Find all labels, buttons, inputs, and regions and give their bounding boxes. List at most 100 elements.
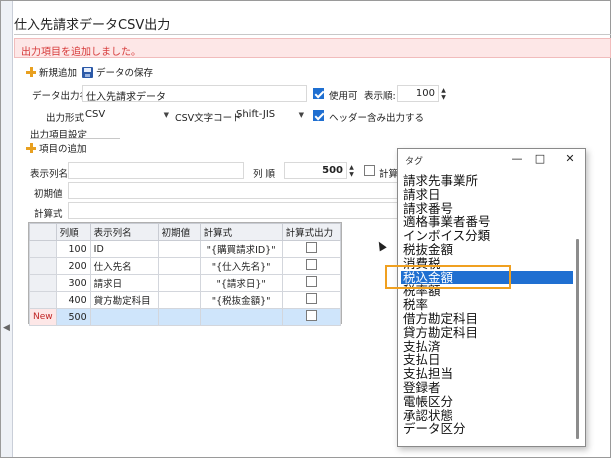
cell-name[interactable]: 仕入先名: [89, 257, 159, 275]
cell-formula[interactable]: "{税抜金額}": [199, 291, 283, 309]
output-format-select[interactable]: CSV ▼: [82, 106, 172, 123]
grid-header[interactable]: 計算式: [199, 223, 283, 241]
cell-name[interactable]: 請求日: [89, 274, 159, 292]
list-item[interactable]: 請求先事業所: [401, 174, 573, 188]
list-item[interactable]: 登録者: [401, 381, 573, 395]
list-item[interactable]: 電帳区分: [401, 394, 573, 409]
cell-formula-output[interactable]: [281, 291, 342, 309]
cell-name[interactable]: 貸方勘定科目: [89, 291, 159, 309]
formula-input[interactable]: [68, 202, 398, 219]
table-row[interactable]: 300 請求日 "{請求日}": [29, 274, 342, 292]
spin-down-icon[interactable]: ▼: [439, 94, 448, 101]
column-order-input[interactable]: 500: [284, 162, 347, 179]
spin-up-icon[interactable]: ▲: [347, 164, 356, 171]
table-row[interactable]: 200 仕入先名 "{仕入先名}": [29, 257, 342, 275]
list-item[interactable]: 支払済: [401, 339, 573, 354]
calc-checkbox[interactable]: [364, 165, 375, 176]
formula-output-checkbox[interactable]: [305, 293, 317, 304]
list-item[interactable]: 支払日: [401, 353, 573, 367]
plus-icon: [26, 143, 36, 153]
new-button-label: 新規追加: [39, 68, 78, 79]
cell-order[interactable]: 200: [55, 257, 91, 275]
cell-name[interactable]: ID: [89, 240, 159, 258]
left-collapse-strip[interactable]: ◀: [1, 1, 13, 457]
formula-output-checkbox[interactable]: [305, 276, 317, 287]
cell-formula[interactable]: "{請求日}": [199, 274, 283, 292]
cell-initial[interactable]: [157, 257, 201, 275]
cell-initial[interactable]: [157, 274, 201, 292]
cell-initial[interactable]: [157, 308, 201, 326]
new-row-marker[interactable]: New: [29, 308, 57, 326]
usable-checkbox[interactable]: [313, 88, 324, 99]
add-item-label: 項目の追加: [39, 144, 87, 155]
list-item[interactable]: 承認状態: [401, 408, 573, 423]
list-item[interactable]: 税抜金額: [401, 243, 573, 257]
tag-list[interactable]: 請求先事業所 請求日 請求番号 適格事業者番号 インボイス分類 税抜金額 消費税…: [401, 174, 573, 446]
popup-title: タグ: [405, 157, 424, 167]
list-item[interactable]: 借方勘定科目: [401, 312, 573, 326]
chevron-down-icon: ▼: [163, 110, 169, 119]
list-item[interactable]: 貸方勘定科目: [401, 325, 573, 340]
add-item-button[interactable]: 項目の追加: [26, 141, 87, 155]
column-order-spinner[interactable]: 500 ▲ ▼: [284, 162, 356, 179]
table-row[interactable]: 100 ID "{購買請求ID}": [29, 240, 342, 258]
grid-header[interactable]: 初期値: [157, 223, 201, 241]
header-checkbox[interactable]: [313, 110, 324, 121]
order-spinner[interactable]: 100 ▲ ▼: [397, 85, 448, 102]
cell-formula-output[interactable]: [281, 257, 342, 275]
table-row[interactable]: 400 貸方勘定科目 "{税抜金額}": [29, 291, 342, 309]
list-item[interactable]: 税率: [401, 298, 573, 312]
cell-formula[interactable]: "{仕入先名}": [199, 257, 283, 275]
row-header[interactable]: [29, 291, 57, 309]
spin-buttons[interactable]: ▲ ▼: [347, 162, 356, 179]
order-input[interactable]: 100: [397, 85, 439, 102]
initial-value-input[interactable]: [68, 182, 398, 199]
scrollbar-thumb[interactable]: [576, 239, 579, 439]
grid-header[interactable]: 計算式出力: [281, 223, 342, 241]
formula-output-checkbox[interactable]: [305, 310, 317, 321]
row-header[interactable]: [29, 274, 57, 292]
cell-initial[interactable]: [157, 240, 201, 258]
spin-up-icon[interactable]: ▲: [439, 87, 448, 94]
formula-output-checkbox[interactable]: [305, 242, 317, 253]
spin-down-icon[interactable]: ▼: [347, 171, 356, 178]
row-header[interactable]: [29, 240, 57, 258]
page-title: 仕入先請求データCSV出力: [14, 18, 171, 33]
maximize-icon[interactable]: □: [531, 152, 549, 165]
cell-order[interactable]: 500: [55, 308, 91, 326]
new-row[interactable]: New 500: [29, 308, 342, 326]
output-name-input[interactable]: 仕入先請求データ: [82, 85, 307, 102]
grid-header[interactable]: 表示列名: [89, 223, 159, 241]
encoding-select[interactable]: Shift-JIS ▼: [233, 106, 307, 123]
list-item[interactable]: 請求日: [401, 187, 573, 202]
list-item[interactable]: 支払担当: [401, 367, 573, 381]
initial-value-label: 初期値: [34, 189, 63, 200]
output-format-value: CSV: [85, 109, 106, 120]
display-name-label: 表示列名: [30, 169, 69, 180]
cell-order[interactable]: 300: [55, 274, 91, 292]
minimize-icon[interactable]: —: [508, 152, 526, 165]
display-name-input[interactable]: [68, 162, 244, 179]
spin-buttons[interactable]: ▲ ▼: [439, 85, 448, 102]
new-button[interactable]: 新規追加: [26, 65, 77, 79]
list-item[interactable]: データ区分: [401, 422, 573, 436]
chevron-left-icon[interactable]: ◀: [3, 323, 10, 333]
cell-order[interactable]: 400: [55, 291, 91, 309]
row-header[interactable]: [29, 257, 57, 275]
banner-message: 出力項目を追加しました。: [21, 47, 141, 58]
list-item[interactable]: インボイス分類: [401, 229, 573, 243]
cell-order[interactable]: 100: [55, 240, 91, 258]
list-item[interactable]: 請求番号: [401, 201, 573, 216]
close-icon[interactable]: ✕: [561, 152, 579, 165]
list-item[interactable]: 適格事業者番号: [401, 215, 573, 229]
cell-formula-output[interactable]: [281, 308, 342, 326]
save-button[interactable]: データの保存: [82, 65, 153, 79]
cell-initial[interactable]: [157, 291, 201, 309]
formula-output-checkbox[interactable]: [305, 259, 317, 270]
grid-header[interactable]: 列順: [55, 223, 91, 241]
cell-formula-output[interactable]: [281, 240, 342, 258]
cell-formula[interactable]: "{購買請求ID}": [199, 240, 283, 258]
cell-formula-output[interactable]: [281, 274, 342, 292]
cell-formula[interactable]: [199, 308, 283, 326]
cell-name[interactable]: [89, 308, 159, 326]
